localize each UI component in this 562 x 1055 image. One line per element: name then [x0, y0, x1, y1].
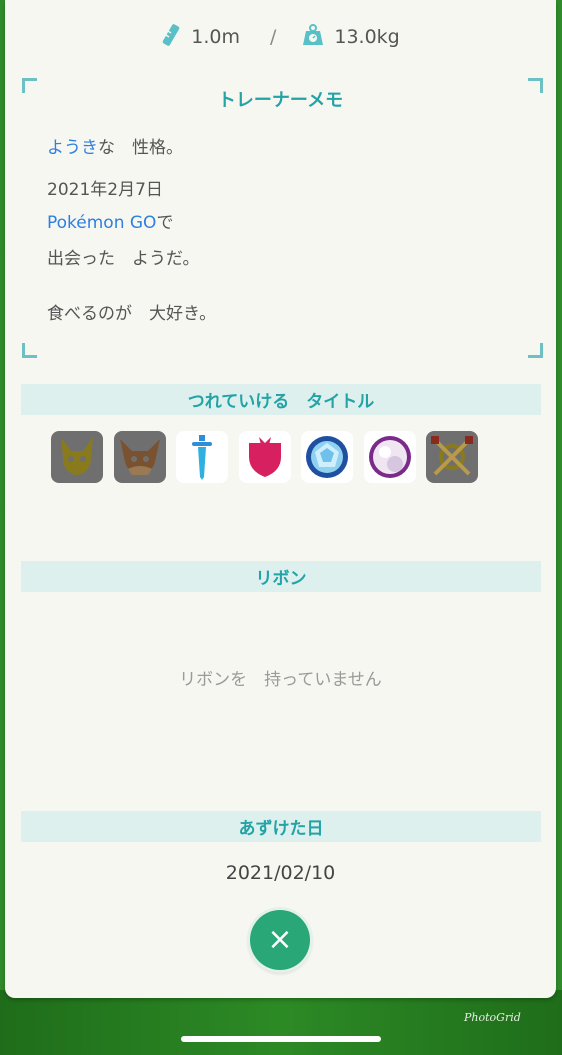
- memo-corner-bottom-left: [22, 343, 37, 358]
- game-name: Pokémon GO: [47, 213, 157, 233]
- deposit-date-value: 2021/02/10: [225, 862, 336, 884]
- nature-name: ようき: [47, 138, 98, 158]
- deposit-date-section-header: あずけた日: [21, 811, 541, 842]
- pikachu-mark-icon[interactable]: [51, 431, 103, 483]
- memo-nature-line: ようきな 性格。: [47, 133, 183, 158]
- memo-date-line: 2021年2月7日: [47, 180, 163, 200]
- eevee-mark-icon[interactable]: [113, 431, 166, 483]
- titles-section-header: つれていける タイトル: [21, 384, 541, 415]
- memo-met-line: 出会った ようだ。: [47, 249, 200, 269]
- shield-mark-icon[interactable]: [238, 431, 291, 483]
- memo-game-line: Pokémon GOで: [47, 208, 173, 233]
- sword-mark-icon[interactable]: [176, 431, 228, 483]
- game-suffix: で: [156, 213, 174, 233]
- home-indicator[interactable]: [181, 1036, 381, 1042]
- crossed-swords-mark-icon[interactable]: [426, 431, 478, 483]
- separator: /: [269, 26, 277, 48]
- photogrid-watermark: PhotoGrid: [464, 1011, 521, 1024]
- title-mark-list: [51, 431, 489, 483]
- ribbons-section-header: リボン: [21, 561, 541, 592]
- trainer-memo-title: トレーナーメモ: [217, 90, 344, 111]
- memo-characteristic-line: 食べるのが 大好き。: [47, 304, 217, 324]
- pearl-mark-icon[interactable]: [363, 431, 416, 483]
- diamond-mark-icon[interactable]: [301, 431, 353, 483]
- weight-value: 13.0kg: [334, 26, 400, 48]
- ruler-icon: [161, 23, 181, 52]
- height-value: 1.0m: [191, 26, 240, 48]
- nature-suffix: な 性格。: [98, 138, 183, 158]
- close-button[interactable]: ×: [250, 910, 310, 970]
- pokemon-detail-card: 1.0m / 13.0kg トレーナーメモ ようきな 性格。 2021年2月7日…: [5, 0, 556, 998]
- weight-scale-icon: [302, 23, 324, 51]
- memo-corner-bottom-right: [528, 343, 543, 358]
- size-row: 1.0m / 13.0kg: [5, 22, 556, 52]
- no-ribbons-message: リボンを 持っていません: [179, 670, 382, 690]
- close-icon: ×: [267, 922, 293, 957]
